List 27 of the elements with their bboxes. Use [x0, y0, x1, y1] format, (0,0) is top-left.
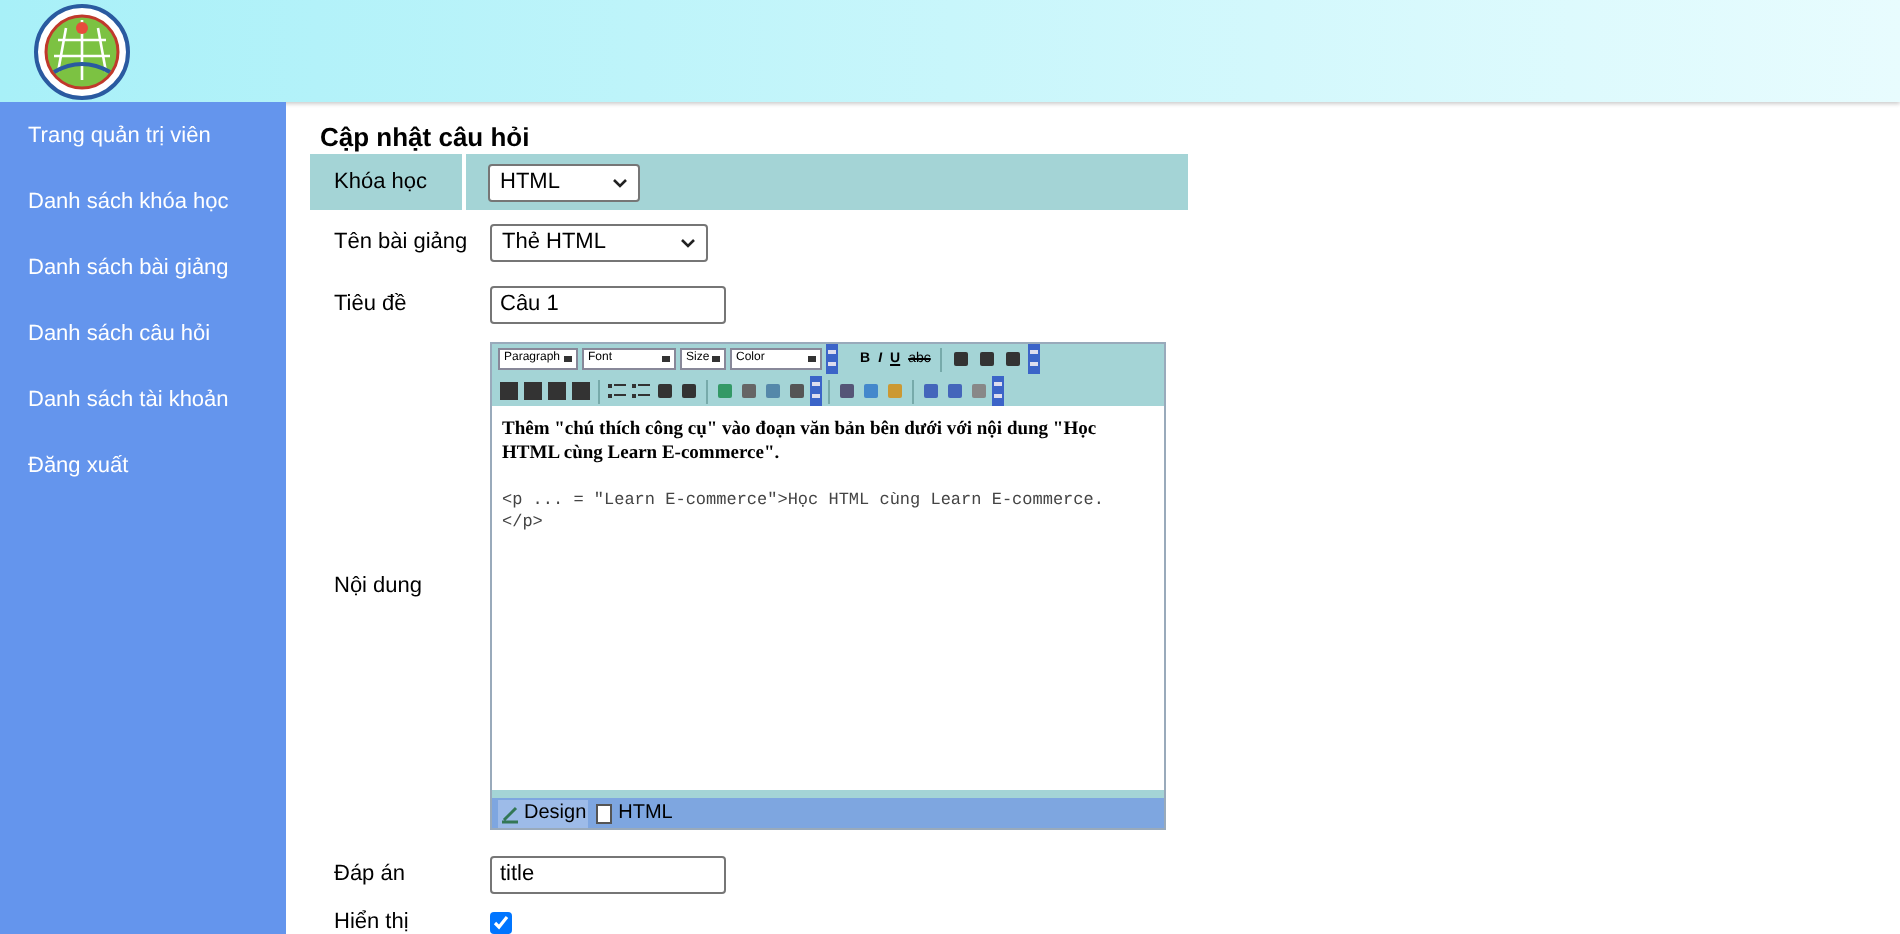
page-title: Cập nhật câu hỏi [320, 122, 532, 154]
check-icon [492, 913, 510, 931]
field-label: Khóa học [310, 154, 466, 210]
grip-icon[interactable] [1028, 344, 1041, 374]
grip-icon[interactable] [992, 376, 1004, 406]
document-icon [594, 803, 615, 823]
course-select[interactable]: HTML [488, 163, 640, 201]
design-icon [500, 803, 520, 823]
question-paragraph: Thêm "chú thích công cụ" vào đoạn văn bản bên dưới với nội dung "Học HTML cùng Learn E-commerce". [502, 418, 1099, 466]
numbered-list-icon[interactable] [632, 382, 650, 400]
field-label: Đáp án [332, 861, 407, 887]
bullet-list-icon[interactable] [608, 382, 626, 400]
heading-field[interactable]: Câu 1 [490, 285, 726, 323]
lesson-select[interactable]: Thẻ HTML [490, 223, 708, 261]
grip-icon[interactable] [826, 344, 838, 374]
editor-mode-tab[interactable]: Design [498, 799, 589, 827]
field-label: Tên bài giảng [332, 229, 466, 255]
logo-icon[interactable] [30, 3, 134, 99]
answer-field[interactable]: title [490, 855, 726, 893]
field-label: Nội dung [332, 573, 425, 599]
field-label: Hiển thị [332, 909, 411, 934]
field-label: Tiêu đề [332, 291, 409, 317]
editor-mode-tab[interactable]: HTML [592, 799, 675, 827]
visible-checkbox[interactable] [490, 911, 512, 933]
code-line: </p> [502, 512, 545, 534]
grip-icon[interactable] [810, 376, 822, 406]
code-line: <p ... = "Learn E-commerce">Học HTML cùng Learn E-commerce. [502, 490, 1106, 512]
